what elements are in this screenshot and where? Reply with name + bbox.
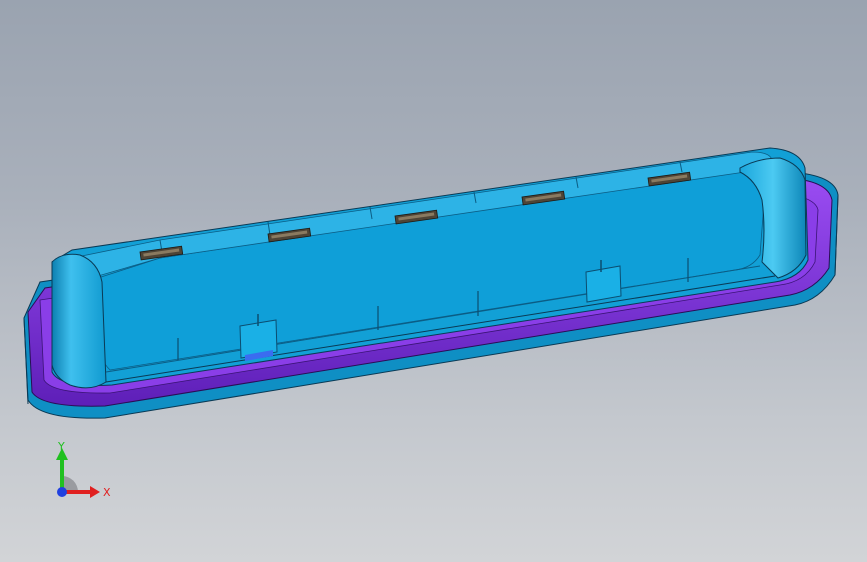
axis-triad: Y X xyxy=(56,440,111,499)
left-end-cap xyxy=(51,253,107,389)
z-axis-dot xyxy=(57,487,67,497)
graphics-viewport[interactable]: Y X xyxy=(0,0,867,562)
part-model[interactable] xyxy=(0,0,867,562)
x-axis-label: X xyxy=(103,486,111,499)
y-axis-label: Y xyxy=(57,440,65,453)
